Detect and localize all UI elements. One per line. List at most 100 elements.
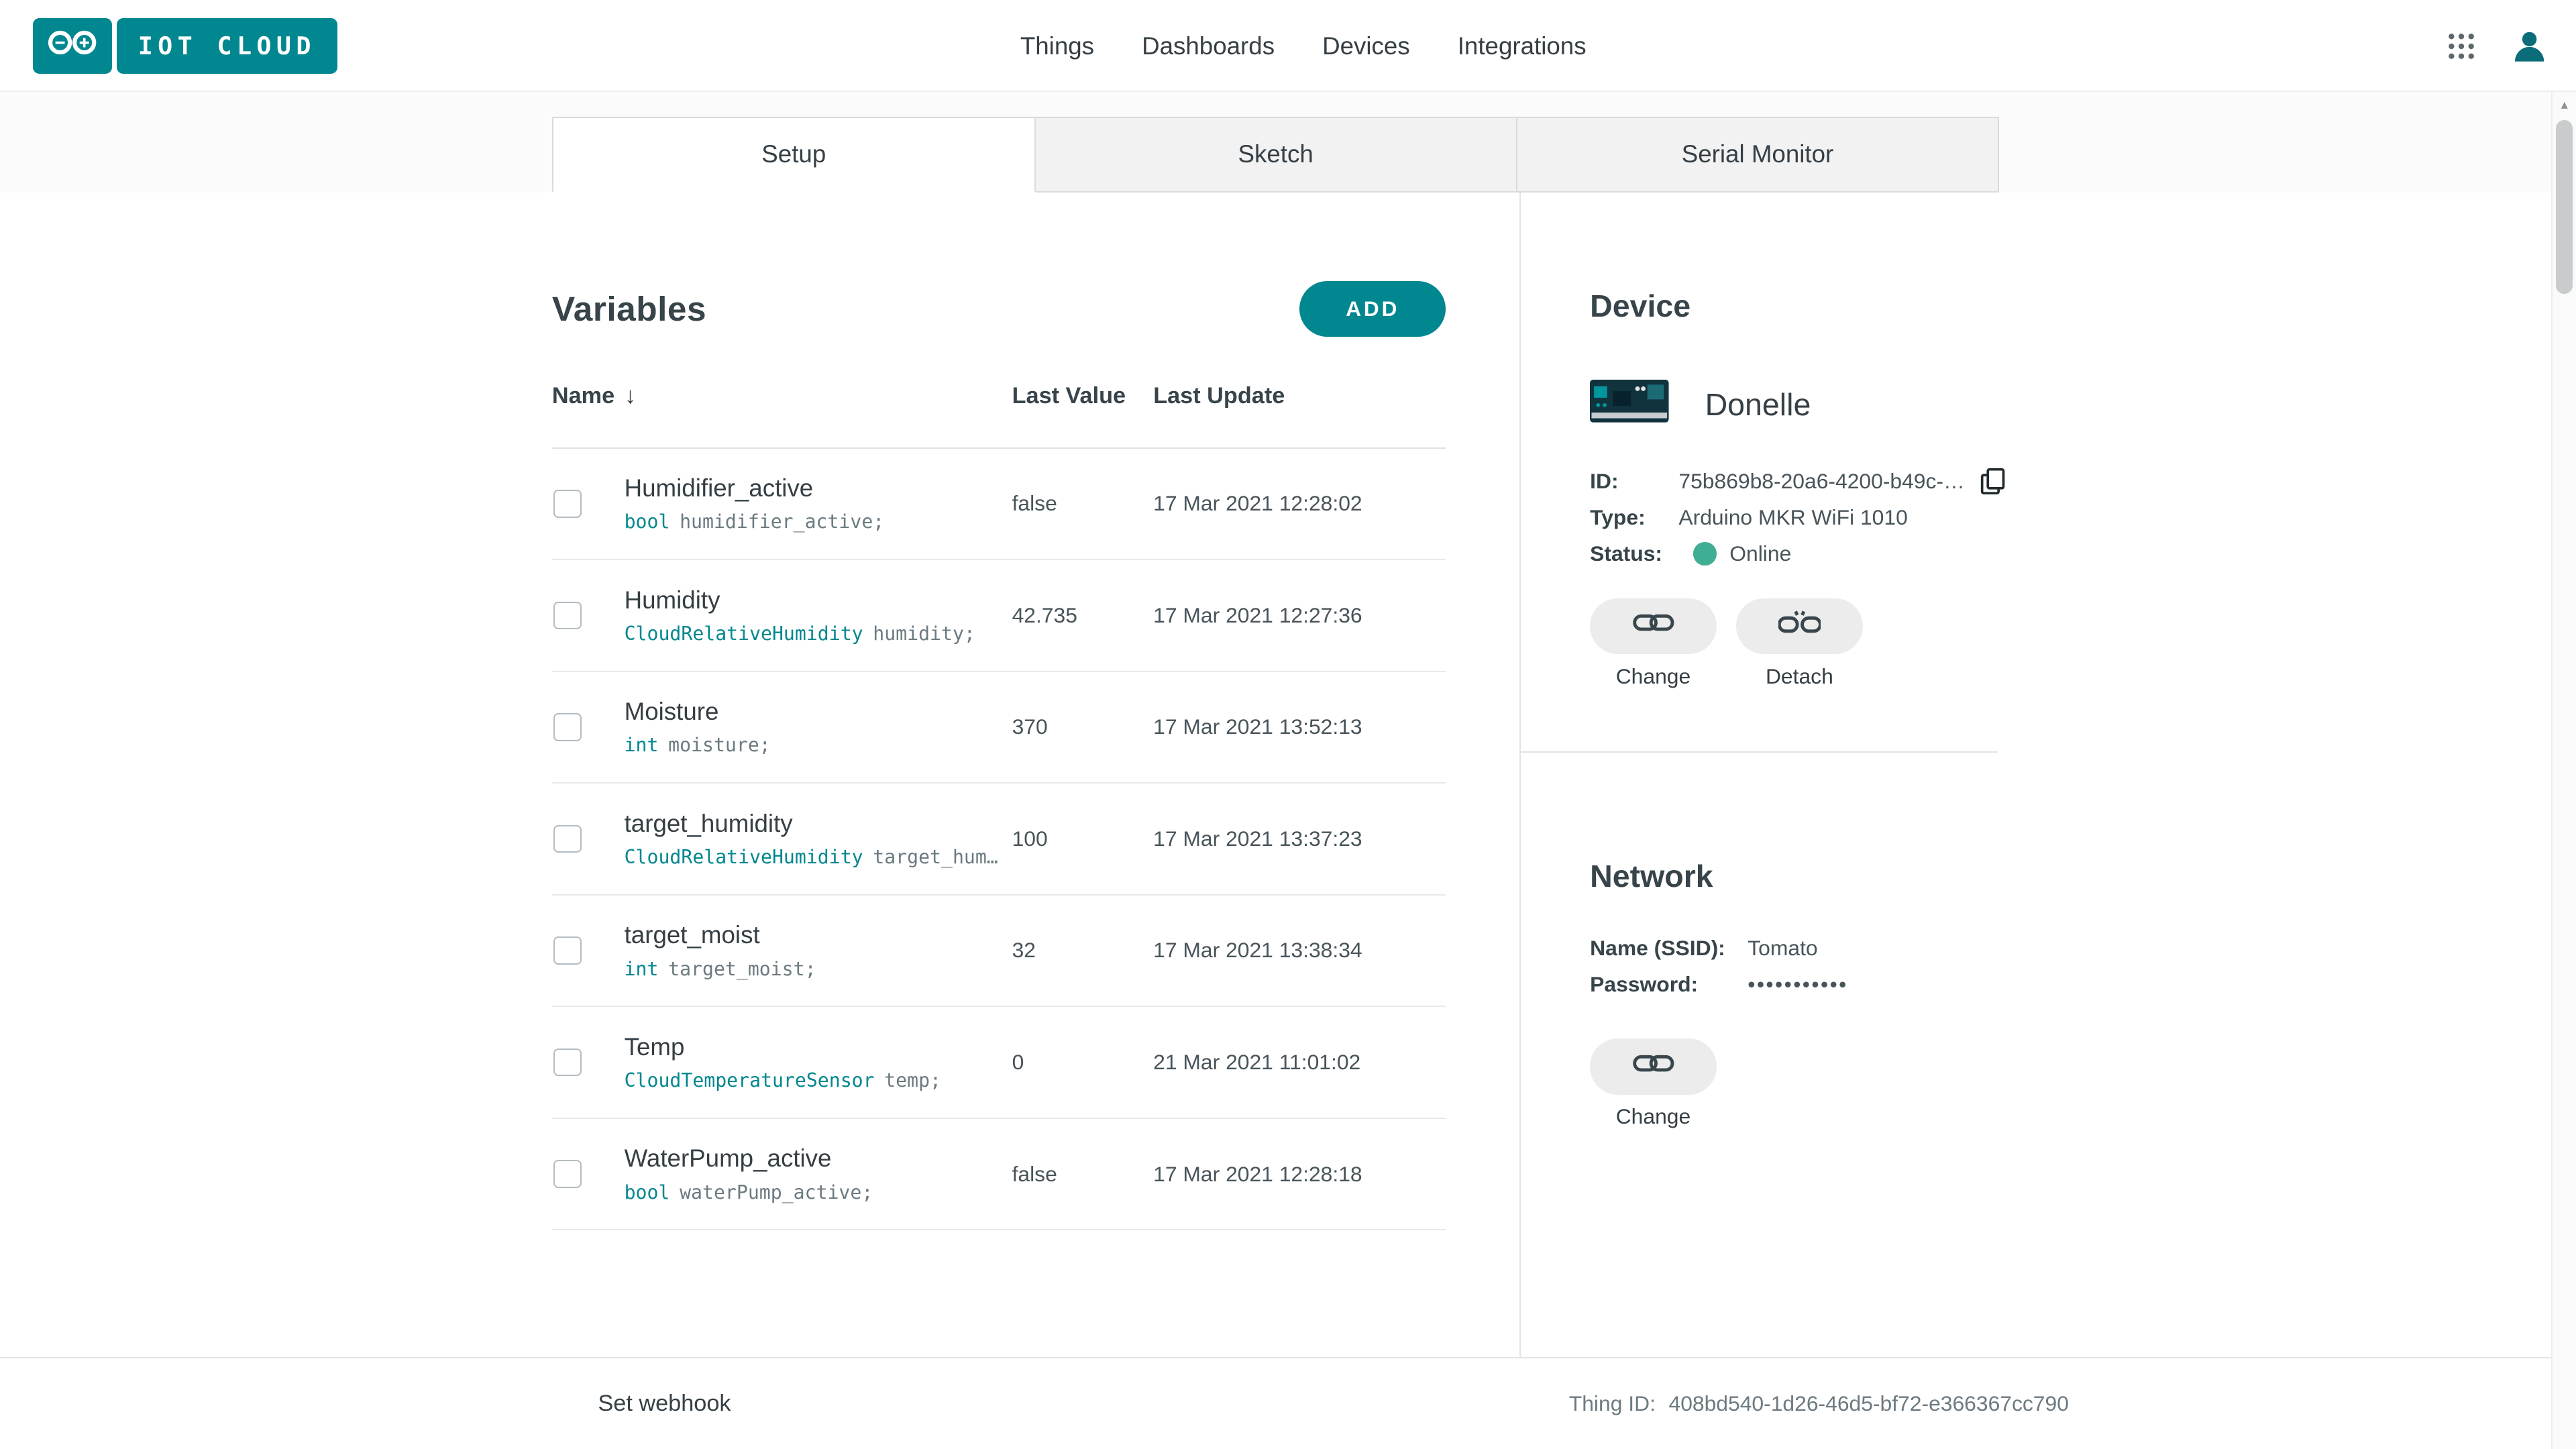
- change-device-label: Change: [1590, 664, 1717, 689]
- broken-link-icon: [1778, 610, 1821, 643]
- device-type-value: Arduino MKR WiFi 1010: [1678, 505, 1907, 530]
- change-network-button[interactable]: [1590, 1038, 1717, 1094]
- arduino-infinity-icon: [44, 26, 100, 66]
- variable-row[interactable]: target_moist inttarget_moist; 32 17 Mar …: [552, 896, 1446, 1008]
- apps-grid-icon[interactable]: [2447, 32, 2476, 61]
- variable-row[interactable]: target_humidity CloudRelativeHumiditytar…: [552, 784, 1446, 896]
- variable-row[interactable]: Humidity CloudRelativeHumidityhumidity; …: [552, 560, 1446, 672]
- variable-last-value: 100: [1012, 826, 1154, 851]
- thing-id-label: Thing ID:: [1569, 1391, 1656, 1416]
- device-board-thumbnail: [1590, 380, 1669, 429]
- variable-last-value: 32: [1012, 938, 1154, 963]
- thing-id: Thing ID: 408bd540-1d26-46d5-bf72-e36636…: [1569, 1391, 2069, 1416]
- detach-device-action: Detach: [1736, 598, 1863, 689]
- variable-type: int: [625, 958, 659, 980]
- variable-last-value: 370: [1012, 714, 1154, 739]
- main-content: Variables ADD Name↓ Last Value Last Upda…: [0, 193, 2551, 1357]
- variable-name: target_moist: [625, 921, 1012, 949]
- variable-declaration: CloudTemperatureSensortemp;: [625, 1069, 1012, 1091]
- nav-item-integrations[interactable]: Integrations: [1458, 32, 1587, 60]
- network-password-label: Password:: [1590, 972, 1748, 997]
- sort-desc-icon: ↓: [625, 383, 636, 409]
- detach-device-button[interactable]: [1736, 598, 1863, 654]
- variables-title: Variables: [552, 288, 706, 329]
- network-password-value: •••••••••••: [1748, 972, 1848, 997]
- variable-declaration: CloudRelativeHumidityhumidity;: [625, 623, 1012, 645]
- tab-setup[interactable]: Setup: [552, 117, 1036, 193]
- variable-name: Humidity: [625, 586, 1012, 614]
- variable-last-update: 17 Mar 2021 13:38:34: [1153, 938, 1446, 963]
- variable-row[interactable]: Humidifier_active boolhumidifier_active;…: [552, 449, 1446, 561]
- variable-row[interactable]: Moisture intmoisture; 370 17 Mar 2021 13…: [552, 672, 1446, 784]
- nav-item-things[interactable]: Things: [1020, 32, 1094, 60]
- change-device-button[interactable]: [1590, 598, 1717, 654]
- add-variable-button[interactable]: ADD: [1299, 281, 1446, 337]
- page-root: IOT CLOUD Things Dashboards Devices Inte…: [0, 0, 2576, 1449]
- variable-last-value: 0: [1012, 1050, 1154, 1075]
- main-nav: Things Dashboards Devices Integrations: [1020, 0, 1587, 92]
- brand-label[interactable]: IOT CLOUD: [117, 18, 337, 74]
- variable-name: Temp: [625, 1033, 1012, 1061]
- variable-name: Moisture: [625, 698, 1012, 726]
- network-ssid-value: Tomato: [1748, 936, 1817, 961]
- device-meta: ID: 75b869b8-20a6-4200-b49c-… Type: Ardu…: [1590, 464, 1998, 572]
- row-checkbox[interactable]: [553, 936, 582, 965]
- change-network-action: Change: [1590, 1038, 1717, 1129]
- device-id-value: 75b869b8-20a6-4200-b49c-…: [1678, 469, 1964, 494]
- device-identity: Donelle: [1590, 380, 1998, 429]
- variable-type: int: [625, 734, 659, 756]
- scroll-up-arrow-icon[interactable]: ▲: [2553, 92, 2576, 118]
- variable-type: bool: [625, 1181, 670, 1203]
- device-name: Donelle: [1705, 386, 1811, 423]
- row-checkbox[interactable]: [553, 1049, 582, 1077]
- variable-last-value: 42.735: [1012, 603, 1154, 628]
- variable-type: CloudRelativeHumidity: [625, 846, 863, 868]
- top-navbar: IOT CLOUD Things Dashboards Devices Inte…: [0, 0, 2576, 92]
- variable-last-update: 17 Mar 2021 12:27:36: [1153, 603, 1446, 628]
- variable-type: bool: [625, 511, 670, 533]
- variable-declaration: boolhumidifier_active;: [625, 511, 1012, 533]
- column-header-name[interactable]: Name↓: [552, 383, 1012, 409]
- tab-sketch[interactable]: Sketch: [1034, 117, 1517, 193]
- brand: IOT CLOUD: [33, 18, 337, 74]
- variable-last-value: false: [1012, 1162, 1154, 1187]
- variable-type: CloudRelativeHumidity: [625, 623, 863, 645]
- variable-declaration: inttarget_moist;: [625, 958, 1012, 980]
- scrollbar-thumb[interactable]: [2556, 120, 2572, 294]
- tab-bar: Setup Sketch Serial Monitor: [552, 117, 2000, 193]
- device-panel: Device Donelle: [1519, 193, 1998, 1357]
- device-type-row: Type: Arduino MKR WiFi 1010: [1590, 500, 1998, 536]
- row-checkbox[interactable]: [553, 1160, 582, 1188]
- variable-row[interactable]: WaterPump_active boolwaterPump_active; f…: [552, 1119, 1446, 1231]
- change-network-label: Change: [1590, 1104, 1717, 1129]
- device-title: Device: [1590, 288, 1998, 324]
- column-header-last-update[interactable]: Last Update: [1153, 383, 1446, 409]
- column-header-last-value[interactable]: Last Value: [1012, 383, 1154, 409]
- user-avatar-icon[interactable]: [2509, 25, 2550, 66]
- variable-last-update: 17 Mar 2021 13:37:23: [1153, 826, 1446, 851]
- device-status-row: Status: Online: [1590, 536, 1998, 572]
- row-checkbox[interactable]: [553, 602, 582, 630]
- network-title: Network: [1590, 858, 1998, 894]
- tab-serial-monitor[interactable]: Serial Monitor: [1516, 117, 2000, 193]
- row-checkbox[interactable]: [553, 825, 582, 853]
- network-password-row: Password: •••••••••••: [1590, 967, 1998, 1003]
- set-webhook-link[interactable]: Set webhook: [598, 1391, 731, 1417]
- nav-item-dashboards[interactable]: Dashboards: [1142, 32, 1275, 60]
- panel-divider: [1521, 751, 1998, 753]
- detach-device-label: Detach: [1736, 664, 1863, 689]
- variable-declaration: CloudRelativeHumiditytarget_humid…: [625, 846, 1012, 868]
- scrollbar[interactable]: ▲: [2551, 92, 2576, 1449]
- row-checkbox[interactable]: [553, 713, 582, 741]
- variable-last-update: 17 Mar 2021 13:52:13: [1153, 714, 1446, 739]
- change-device-action: Change: [1590, 598, 1717, 689]
- variables-section: Variables ADD Name↓ Last Value Last Upda…: [552, 193, 1446, 1231]
- device-type-label: Type:: [1590, 505, 1678, 530]
- nav-item-devices[interactable]: Devices: [1322, 32, 1410, 60]
- copy-icon[interactable]: [1980, 467, 2006, 496]
- variable-row[interactable]: Temp CloudTemperatureSensortemp; 0 21 Ma…: [552, 1007, 1446, 1119]
- arduino-logo[interactable]: [33, 18, 112, 74]
- variable-declaration: intmoisture;: [625, 734, 1012, 756]
- row-checkbox[interactable]: [553, 490, 582, 518]
- device-status-value: Online: [1729, 541, 1791, 566]
